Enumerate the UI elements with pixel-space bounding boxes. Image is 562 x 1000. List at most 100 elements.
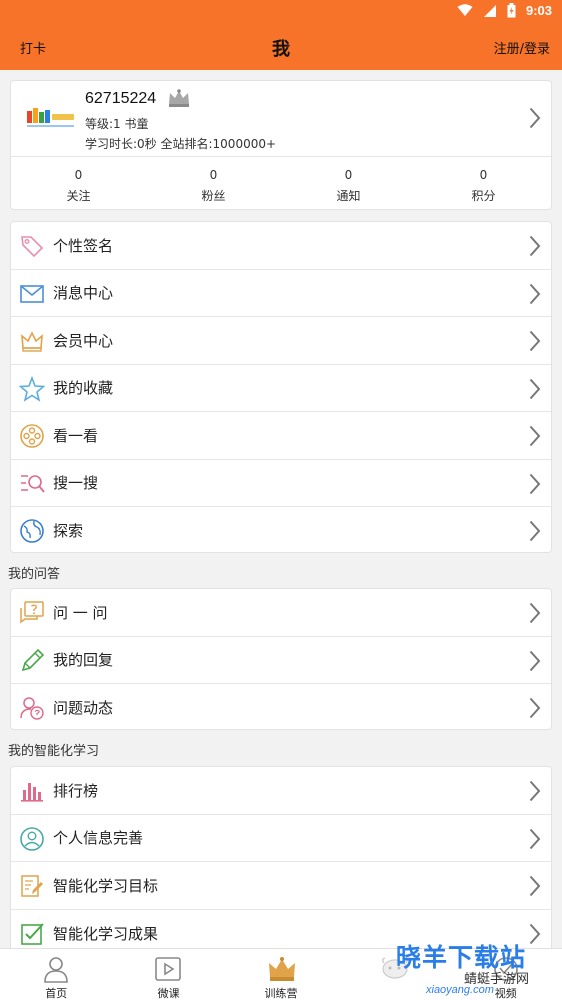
counter-value: 0 [74, 168, 83, 182]
status-bar: 9:03 [0, 0, 562, 24]
person-icon [44, 957, 68, 983]
counter-value: 0 [209, 168, 218, 182]
chevron-right-icon [529, 828, 541, 849]
app-logo [27, 108, 74, 127]
menu-label: 问题动态 [53, 699, 114, 718]
chevron-right-icon [529, 923, 541, 944]
chevron-right-icon [529, 425, 541, 447]
counter-notifications[interactable]: 0 通知 [281, 159, 416, 209]
tab-label: 视频 [494, 987, 517, 1000]
wifi-icon [457, 4, 473, 16]
menu-item-profile-info[interactable]: 个人信息完善 [11, 815, 551, 862]
film-reel-icon [20, 424, 44, 448]
profile-header[interactable]: 62715224 等级:1 书童 学习时长:0秒 全站排名:1000000+ [11, 81, 551, 157]
crown-icon [268, 957, 295, 981]
chevron-right-icon [529, 602, 541, 624]
status-time: 9:03 [525, 3, 552, 18]
tab-home[interactable]: 首页 [0, 949, 112, 1000]
menu-label: 会员中心 [53, 331, 114, 350]
globe-icon [20, 519, 44, 543]
counter-following[interactable]: 0 关注 [11, 159, 146, 209]
tab-microclass[interactable]: 微课 [112, 949, 224, 1000]
chevron-right-icon [529, 875, 541, 897]
menu-label: 智能化学习成果 [53, 924, 159, 943]
battery-icon [507, 3, 516, 18]
menu-label: 问 一 问 [53, 603, 108, 622]
counter-points[interactable]: 0 积分 [416, 159, 551, 209]
chevron-right-icon [529, 283, 541, 304]
user-question-icon [20, 697, 44, 720]
menu-item-ask[interactable]: 问 一 问 [11, 589, 551, 637]
menu-label: 排行榜 [53, 781, 99, 800]
menu-item-explore[interactable]: 探索 [11, 507, 551, 555]
vip-crown-icon [169, 89, 189, 107]
menu-item-search[interactable]: 搜一搜 [11, 460, 551, 507]
counter-label: 通知 [336, 189, 361, 203]
signal-icon [483, 4, 496, 17]
menu-item-learning-goal[interactable]: 智能化学习目标 [11, 862, 551, 910]
search-list-icon [21, 474, 45, 493]
chevron-right-icon [529, 107, 541, 129]
play-icon [155, 957, 182, 981]
pencil-icon [21, 648, 45, 671]
menu-item-leaderboard[interactable]: 排行榜 [11, 767, 551, 815]
menu-item-watch[interactable]: 看一看 [11, 412, 551, 460]
menu-label: 消息中心 [53, 284, 114, 303]
menu-label: 我的收藏 [53, 379, 114, 398]
user-stats: 学习时长:0秒 全站排名:1000000+ [85, 137, 277, 151]
menu-label: 我的回复 [53, 651, 114, 670]
user-circle-icon [20, 826, 44, 851]
profile-counters: 0 关注 0 粉丝 0 通知 0 积分 [11, 159, 551, 209]
question-bubble-icon [20, 601, 44, 624]
user-level: 等级:1 书童 [85, 117, 149, 131]
counter-label: 积分 [471, 189, 496, 203]
menu-item-signature[interactable]: 个性签名 [11, 222, 551, 270]
chevron-right-icon [529, 330, 541, 352]
menu-item-membership[interactable]: 会员中心 [11, 317, 551, 365]
tag-icon [21, 236, 44, 258]
section-title-qa: 我的问答 [8, 567, 61, 582]
bar-chart-icon [21, 783, 43, 802]
chevron-right-icon [529, 650, 541, 671]
video-icon [493, 957, 518, 981]
menu-item-my-replies[interactable]: 我的回复 [11, 637, 551, 684]
menu-label: 个人信息完善 [53, 829, 144, 848]
menu-label: 搜一搜 [53, 474, 99, 493]
counter-value: 0 [479, 168, 488, 182]
tab-training-camp[interactable]: 训练营 [225, 949, 337, 1000]
menu-item-messages[interactable]: 消息中心 [11, 270, 551, 317]
title-bar: 打卡 我 注册/登录 [0, 24, 562, 70]
mail-icon [20, 284, 44, 303]
page-title: 我 [272, 39, 290, 60]
chevron-right-icon [529, 473, 541, 494]
tab-label: 首页 [45, 987, 68, 1000]
menu-label: 探索 [53, 522, 84, 541]
check-box-icon [21, 922, 44, 945]
profile-card: 62715224 等级:1 书童 学习时长:0秒 全站排名:1000000+ 0… [10, 80, 552, 210]
tab-video[interactable]: 视频 [450, 949, 562, 1000]
checkin-button[interactable]: 打卡 [20, 38, 46, 57]
user-id: 62715224 [85, 90, 157, 107]
counter-label: 粉丝 [201, 189, 226, 203]
crown-icon [21, 331, 43, 352]
register-login-button[interactable]: 注册/登录 [494, 38, 550, 57]
status-icons: 9:03 [457, 3, 552, 18]
chevron-right-icon [529, 378, 541, 399]
sheep-icon [382, 957, 409, 979]
tab-sheep[interactable] [337, 949, 449, 1000]
chevron-right-icon [529, 780, 541, 802]
counter-value: 0 [344, 168, 353, 182]
counter-fans[interactable]: 0 粉丝 [146, 159, 281, 209]
section-title-learning: 我的智能化学习 [8, 744, 100, 759]
menu-item-favorites[interactable]: 我的收藏 [11, 365, 551, 412]
main-menu-card: 个性签名 消息中心 会员中心 我的收藏 看一看 搜一搜 探索 [10, 221, 552, 553]
bottom-tab-bar: 首页 微课 训练营 视频 [0, 948, 562, 1000]
menu-label: 看一看 [53, 426, 99, 445]
tab-label: 微课 [157, 987, 180, 1000]
chevron-right-icon [529, 235, 541, 257]
chevron-right-icon [529, 697, 541, 719]
qa-menu-card: 问 一 问 我的回复 问题动态 [10, 588, 552, 730]
menu-item-question-updates[interactable]: 问题动态 [11, 684, 551, 732]
menu-label: 个性签名 [53, 236, 114, 255]
menu-label: 智能化学习目标 [53, 876, 159, 895]
